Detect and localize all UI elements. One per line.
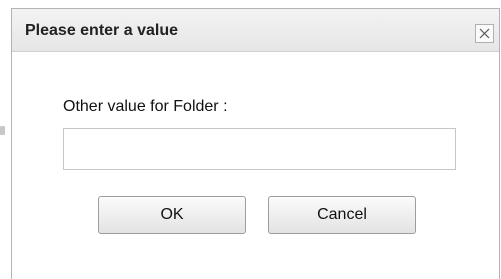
close-icon — [479, 28, 490, 39]
dialog-title: Please enter a value — [25, 22, 178, 39]
ok-button[interactable]: OK — [98, 196, 246, 234]
page: Please enter a value Other value for Fol… — [0, 0, 501, 279]
cancel-button-label: Cancel — [317, 206, 367, 223]
value-dialog: Please enter a value Other value for Fol… — [11, 8, 500, 279]
ok-button-label: OK — [160, 206, 184, 223]
field-label: Other value for Folder : — [63, 98, 228, 115]
cancel-button[interactable]: Cancel — [268, 196, 416, 234]
close-button[interactable] — [475, 24, 494, 43]
dialog-titlebar[interactable]: Please enter a value — [12, 9, 499, 52]
value-input[interactable] — [63, 128, 456, 170]
background-handle — [0, 126, 5, 135]
